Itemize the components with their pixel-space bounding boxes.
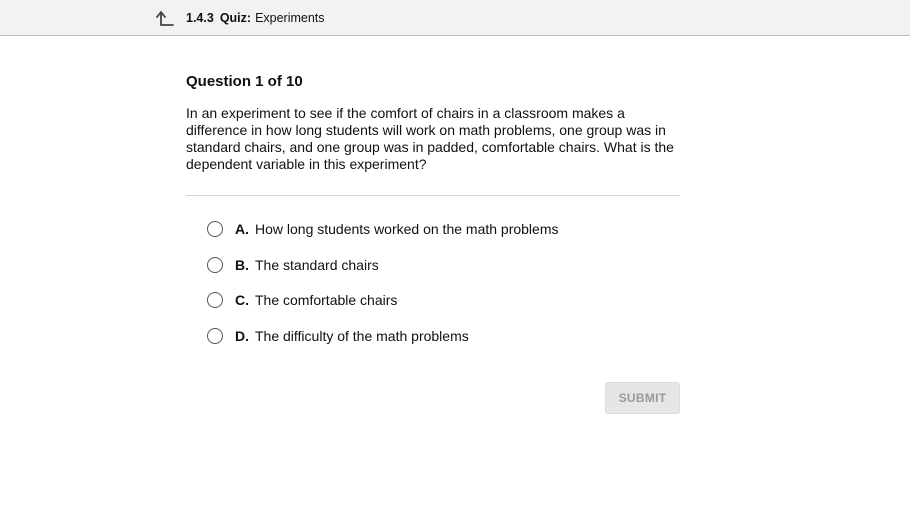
lesson-title: Experiments xyxy=(255,11,325,25)
lesson-number: 1.4.3 xyxy=(186,11,214,25)
question-title: Question 1 of 10 xyxy=(186,73,303,90)
option-letter: A. xyxy=(235,221,249,237)
submit-button[interactable]: SUBMIT xyxy=(605,382,680,414)
radio-button-a[interactable] xyxy=(207,221,223,237)
option-text: The difficulty of the math problems xyxy=(255,328,469,344)
lesson-type: Quiz: xyxy=(219,11,252,25)
radio-button-d[interactable] xyxy=(207,328,223,344)
question-prompt: In an experiment to see if the comfort o… xyxy=(186,105,674,172)
answer-option-c[interactable]: C. The comfortable chairs xyxy=(207,289,677,311)
radio-button-c[interactable] xyxy=(207,292,223,308)
option-letter: C. xyxy=(235,292,249,308)
breadcrumb: 1.4.3 Quiz: Experiments xyxy=(186,11,325,26)
option-text: How long students worked on the math pro… xyxy=(255,221,559,237)
option-letter: D. xyxy=(235,328,249,344)
divider xyxy=(186,195,680,196)
answer-option-b[interactable]: B. The standard chairs xyxy=(207,254,677,276)
answer-option-a[interactable]: A. How long students worked on the math … xyxy=(207,218,677,240)
option-letter: B. xyxy=(235,257,249,273)
top-bar: 1.4.3 Quiz: Experiments xyxy=(0,0,910,36)
option-text: The comfortable chairs xyxy=(255,292,398,308)
radio-button-b[interactable] xyxy=(207,257,223,273)
back-arrow-icon[interactable] xyxy=(156,9,176,27)
answer-option-d[interactable]: D. The difficulty of the math problems xyxy=(207,325,677,347)
option-text: The standard chairs xyxy=(255,257,379,273)
